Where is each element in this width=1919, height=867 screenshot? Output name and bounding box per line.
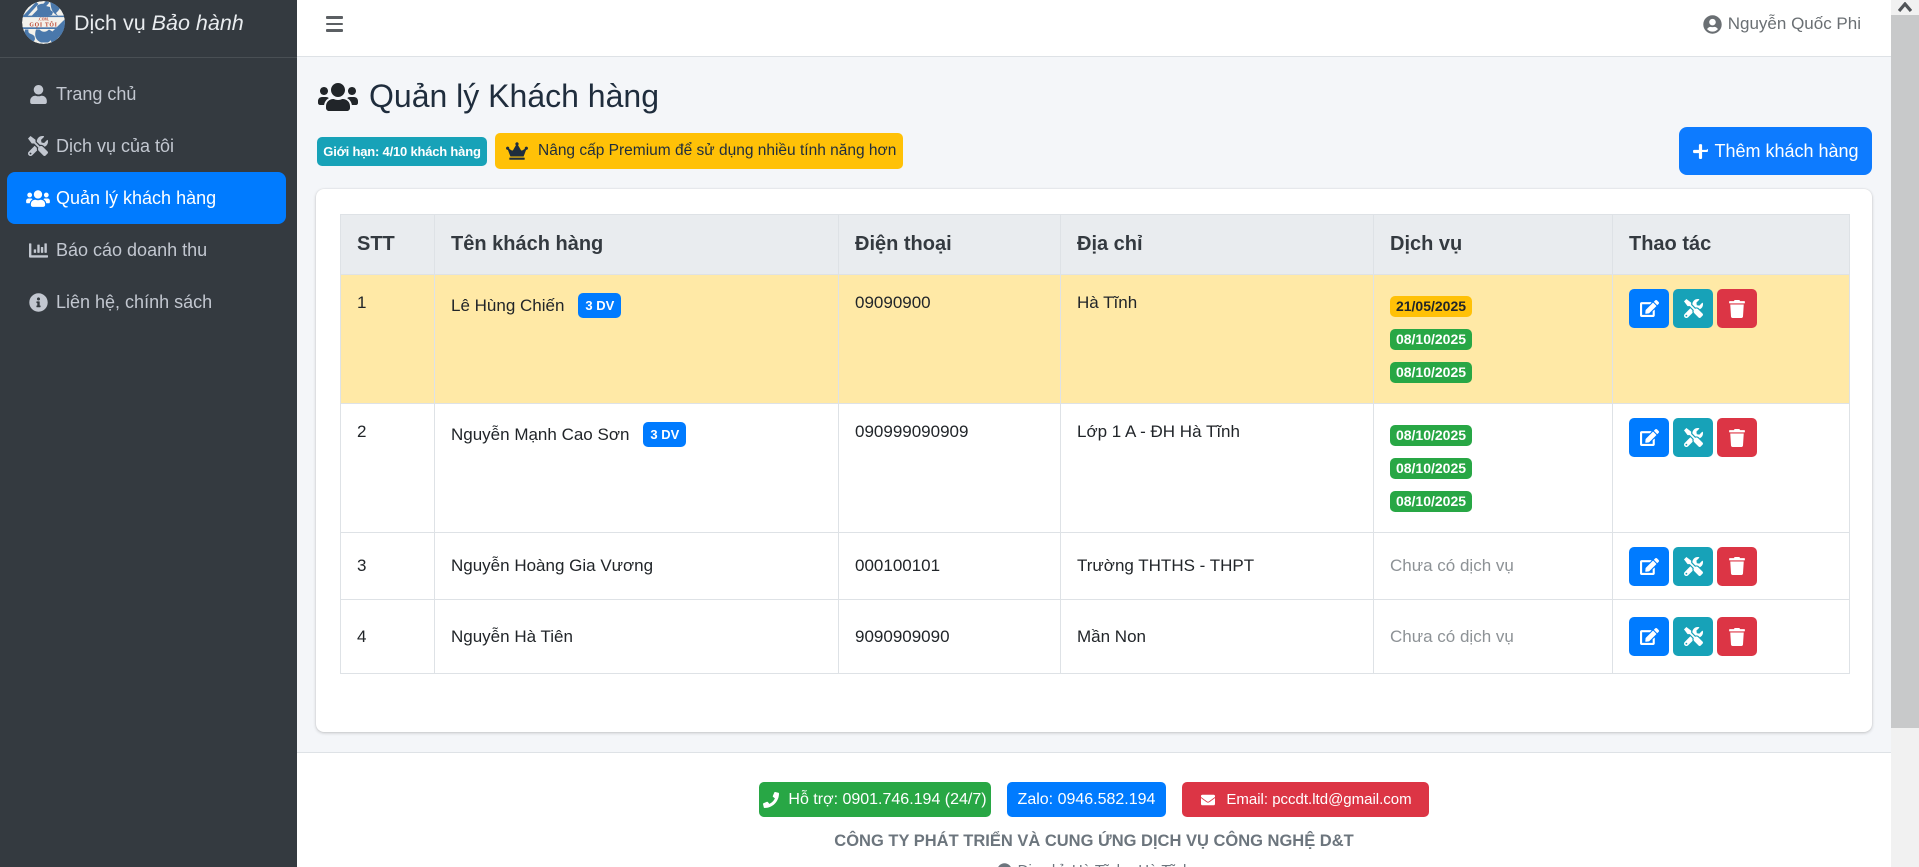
svg-text:GỌI TÔI: GỌI TÔI (29, 20, 57, 28)
svg-text:.COM.: .COM. (38, 17, 49, 21)
